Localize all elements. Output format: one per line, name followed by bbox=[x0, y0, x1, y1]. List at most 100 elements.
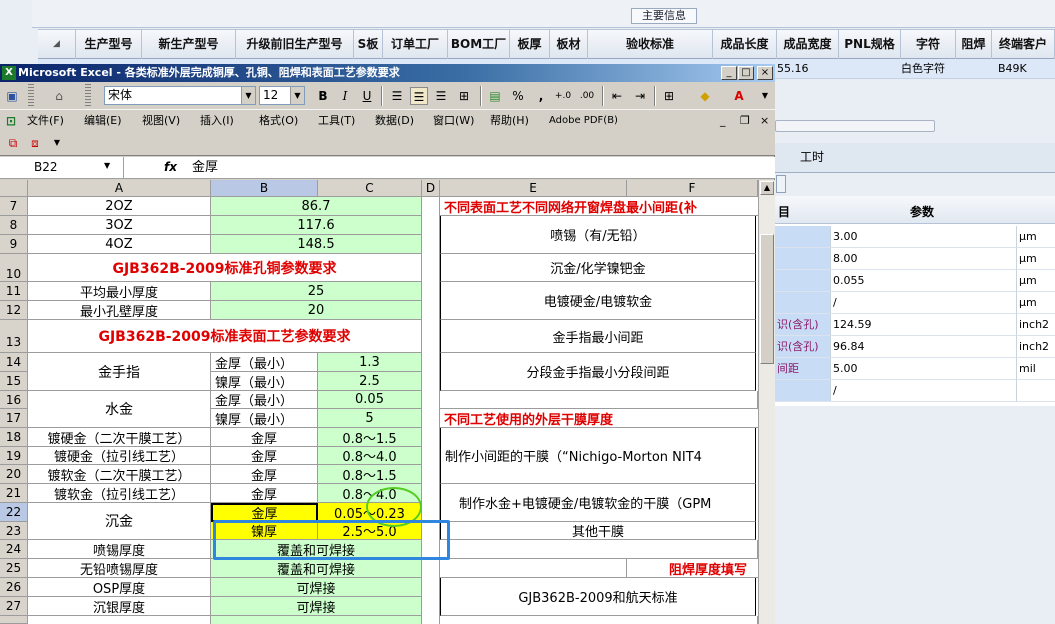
col-header-a[interactable]: A bbox=[28, 180, 211, 197]
font-name-combo[interactable]: 宋体 ▼ bbox=[104, 86, 256, 105]
param-value[interactable]: / bbox=[830, 380, 1016, 402]
row-header[interactable]: 21 bbox=[0, 484, 28, 503]
col-header[interactable]: BOM工厂 bbox=[448, 30, 510, 59]
cell-e21[interactable]: 制作水金+电镀硬金/电镀软金的干膜（GPM bbox=[440, 484, 756, 522]
menu-file[interactable]: 文件(F) bbox=[27, 113, 64, 129]
chevron-down-icon[interactable]: ▼ bbox=[290, 87, 304, 104]
doc-close-icon[interactable]: × bbox=[760, 113, 769, 129]
cell-a22[interactable]: 沉金 bbox=[28, 503, 211, 540]
col-header[interactable]: 订单工厂 bbox=[383, 30, 448, 59]
format-painter-icon[interactable]: ⌂ bbox=[50, 87, 68, 105]
col-header-f[interactable]: F bbox=[627, 180, 758, 197]
col-header[interactable]: 升级前旧生产型号 bbox=[236, 30, 354, 59]
col-header[interactable]: PNL规格 bbox=[839, 30, 901, 59]
param-value[interactable]: 5.00 bbox=[830, 358, 1016, 380]
row-header[interactable]: 19 bbox=[0, 447, 28, 465]
pdf-convert-icon[interactable]: ⧉ bbox=[4, 134, 22, 152]
close-icon[interactable]: × bbox=[757, 66, 773, 80]
cell-e13[interactable]: 金手指最小间距 bbox=[440, 320, 756, 353]
align-left-icon[interactable]: ☰ bbox=[388, 87, 406, 105]
align-center-icon[interactable]: ☰ bbox=[410, 87, 428, 105]
align-right-icon[interactable]: ☰ bbox=[432, 87, 450, 105]
col-header[interactable]: 成品宽度 bbox=[777, 30, 839, 59]
cell-e7[interactable]: 不同表面工艺不同网络开窗焊盘最小间距(补 bbox=[440, 197, 758, 216]
vertical-scrollbar[interactable]: ▲ bbox=[758, 180, 775, 624]
cell-b8[interactable]: 117.6 bbox=[211, 216, 422, 235]
percent-icon[interactable]: % bbox=[509, 87, 527, 105]
col-header-b[interactable]: B bbox=[211, 180, 318, 197]
toolbar-handle[interactable] bbox=[28, 84, 34, 108]
cell-b12[interactable]: 20 bbox=[211, 301, 422, 320]
minimize-icon[interactable]: _ bbox=[721, 66, 737, 80]
row-header[interactable]: 22 bbox=[0, 503, 28, 522]
cell-b16[interactable]: 金厚（最小） bbox=[211, 391, 318, 409]
cell-e17[interactable]: 不同工艺使用的外层干膜厚度 bbox=[440, 409, 758, 428]
row-header[interactable]: 18 bbox=[0, 428, 28, 447]
cell-e25[interactable] bbox=[440, 559, 627, 578]
increase-decimal-icon[interactable]: +.0 bbox=[554, 87, 572, 105]
cell-b11[interactable]: 25 bbox=[211, 282, 422, 301]
col-header-d[interactable]: D bbox=[422, 180, 440, 197]
section-heading-hole-copper[interactable]: GJB362B-2009标准孔铜参数要求 bbox=[28, 254, 422, 282]
cell-c20[interactable]: 0.8～1.5 bbox=[318, 465, 422, 484]
cell-b14[interactable]: 金厚（最小） bbox=[211, 353, 318, 372]
cell-e28[interactable] bbox=[440, 616, 758, 624]
cell-c19[interactable]: 0.8～4.0 bbox=[318, 447, 422, 465]
menu-adobe-pdf[interactable]: Adobe PDF(B) bbox=[549, 113, 618, 129]
row-header[interactable]: 27 bbox=[0, 597, 28, 616]
cell-a25[interactable]: 无铅喷锡厚度 bbox=[28, 559, 211, 578]
menu-help[interactable]: 帮助(H) bbox=[490, 113, 529, 129]
cell-a14[interactable]: 金手指 bbox=[28, 353, 211, 391]
cell-a18[interactable]: 镀硬金（二次干膜工艺） bbox=[28, 428, 211, 447]
row-header[interactable]: 20 bbox=[0, 465, 28, 484]
menu-view[interactable]: 视图(V) bbox=[142, 113, 180, 129]
sort-arrow-icon[interactable]: ◢ bbox=[38, 30, 76, 59]
cell-b20[interactable]: 金厚 bbox=[211, 465, 318, 484]
cell-b26[interactable]: 可焊接 bbox=[211, 578, 422, 597]
horizontal-scrollbar[interactable] bbox=[775, 120, 935, 132]
cell-b27[interactable]: 可焊接 bbox=[211, 597, 422, 616]
col-header[interactable]: 终端客户 bbox=[992, 30, 1055, 59]
cell-a11[interactable]: 平均最小厚度 bbox=[28, 282, 211, 301]
cell-e16[interactable] bbox=[440, 391, 758, 409]
cell-e26[interactable]: GJB362B-2009和航天标准 bbox=[440, 578, 756, 616]
doc-minimize-icon[interactable]: _ bbox=[720, 113, 726, 129]
doc-restore-icon[interactable]: ❐ bbox=[740, 113, 750, 129]
cell-e14[interactable]: 分段金手指最小分段间距 bbox=[440, 353, 756, 391]
cell-a20[interactable]: 镀软金（二次干膜工艺） bbox=[28, 465, 211, 484]
row-header[interactable]: 13 bbox=[0, 320, 28, 353]
cell-a16[interactable]: 水金 bbox=[28, 391, 211, 428]
cell-a9[interactable]: 4OZ bbox=[28, 235, 211, 254]
param-value[interactable]: 3.00 bbox=[830, 226, 1016, 248]
font-color-icon[interactable]: A bbox=[730, 87, 748, 105]
cell-a24[interactable]: 喷锡厚度 bbox=[28, 540, 211, 559]
row-header[interactable]: 15 bbox=[0, 372, 28, 391]
row-header[interactable]: 8 bbox=[0, 216, 28, 235]
cell-a26[interactable]: OSP厚度 bbox=[28, 578, 211, 597]
param-value[interactable]: 124.59 bbox=[830, 314, 1016, 336]
param-value[interactable]: 0.055 bbox=[830, 270, 1016, 292]
row-header[interactable]: 17 bbox=[0, 409, 28, 428]
toolbar-options-icon[interactable]: ▼ bbox=[48, 134, 66, 152]
chevron-down-icon[interactable]: ▼ bbox=[104, 161, 110, 170]
row-header[interactable]: 25 bbox=[0, 559, 28, 578]
cell-c15[interactable]: 2.5 bbox=[318, 372, 422, 391]
cell-a19[interactable]: 镀硬金（拉引线工艺） bbox=[28, 447, 211, 465]
tab-worktime[interactable]: 工时 bbox=[800, 148, 824, 165]
cell-c14[interactable]: 1.3 bbox=[318, 353, 422, 372]
scroll-thumb[interactable] bbox=[760, 234, 774, 364]
row-header[interactable]: 23 bbox=[0, 522, 28, 540]
cell-e11[interactable]: 电镀硬金/电镀软金 bbox=[440, 282, 756, 320]
cell-e18[interactable]: 制作小间距的干膜（“Nichigo-Morton NIT4 bbox=[440, 428, 756, 484]
decrease-decimal-icon[interactable]: .00 bbox=[578, 87, 596, 105]
select-all-corner[interactable] bbox=[0, 180, 28, 197]
row-header[interactable]: 16 bbox=[0, 391, 28, 409]
col-header[interactable]: 验收标准 bbox=[588, 30, 713, 59]
tab-button[interactable] bbox=[776, 175, 786, 193]
cell-a12[interactable]: 最小孔壁厚度 bbox=[28, 301, 211, 320]
cell-c18[interactable]: 0.8～1.5 bbox=[318, 428, 422, 447]
param-value[interactable]: / bbox=[830, 292, 1016, 314]
col-header[interactable]: 板材 bbox=[550, 30, 588, 59]
menu-window[interactable]: 窗口(W) bbox=[433, 113, 474, 129]
cell-b7[interactable]: 86.7 bbox=[211, 197, 422, 216]
